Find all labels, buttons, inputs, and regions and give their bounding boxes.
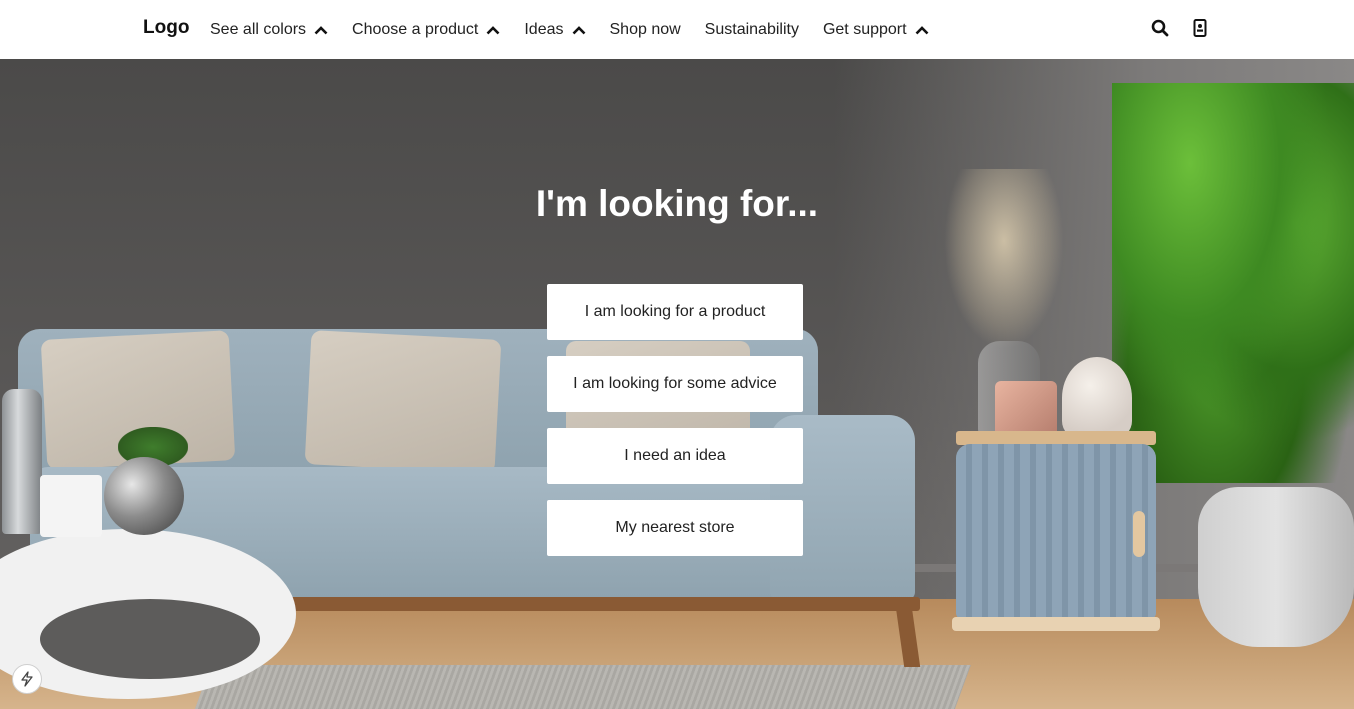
nav-choose-a-product[interactable]: Choose a product bbox=[352, 21, 500, 39]
nav-sustainability[interactable]: Sustainability bbox=[705, 21, 799, 39]
dev-badge[interactable] bbox=[12, 664, 42, 694]
search-icon[interactable] bbox=[1151, 18, 1169, 38]
ceramic-vase bbox=[1062, 357, 1132, 439]
nav-label: See all colors bbox=[210, 20, 307, 38]
option-looking-for-product-button[interactable]: I am looking for a product bbox=[547, 284, 803, 340]
pillow bbox=[304, 330, 502, 474]
nav-get-support[interactable]: Get support bbox=[823, 21, 929, 39]
hero-section: I'm looking for... I am looking for a pr… bbox=[0, 59, 1354, 709]
nav-label: Sustainability bbox=[704, 20, 799, 38]
nav-label: Choose a product bbox=[352, 20, 479, 38]
copper-vase bbox=[995, 381, 1057, 437]
main-nav: See all colors Choose a product Ideas Sh… bbox=[210, 0, 953, 59]
chevron-up-icon bbox=[486, 25, 500, 34]
lightning-icon bbox=[21, 671, 33, 687]
nav-shop-now[interactable]: Shop now bbox=[610, 21, 681, 39]
nav-ideas[interactable]: Ideas bbox=[524, 21, 585, 39]
chevron-up-icon bbox=[314, 25, 328, 34]
chevron-up-icon bbox=[915, 25, 928, 34]
site-header: Logo See all colors Choose a product Ide… bbox=[0, 0, 1354, 59]
chevron-up-icon bbox=[572, 25, 585, 34]
option-looking-for-advice-button[interactable]: I am looking for some advice bbox=[547, 356, 803, 412]
option-nearest-store-button[interactable]: My nearest store bbox=[547, 500, 803, 556]
contact-card-icon[interactable] bbox=[1191, 18, 1209, 38]
pencil-cup bbox=[40, 475, 102, 537]
nav-label: Shop now bbox=[609, 20, 681, 38]
nav-label: Get support bbox=[822, 20, 907, 38]
large-plant bbox=[1112, 83, 1354, 483]
thermos bbox=[2, 389, 42, 534]
option-need-an-idea-button[interactable]: I need an idea bbox=[547, 428, 803, 484]
cabinet-top bbox=[956, 431, 1156, 445]
cabinet-base bbox=[952, 617, 1160, 631]
metal-vase bbox=[104, 457, 184, 535]
logo[interactable]: Logo bbox=[143, 17, 189, 39]
planter-pot bbox=[1198, 487, 1354, 647]
hero-title: I'm looking for... bbox=[535, 183, 819, 224]
nav-label: Ideas bbox=[524, 20, 564, 38]
rug bbox=[189, 665, 971, 709]
coffee-table-opening bbox=[40, 599, 260, 679]
header-actions bbox=[1151, 18, 1209, 38]
nav-see-all-colors[interactable]: See all colors bbox=[210, 21, 328, 39]
side-cabinet bbox=[956, 444, 1156, 619]
cabinet-handle bbox=[1133, 511, 1145, 557]
